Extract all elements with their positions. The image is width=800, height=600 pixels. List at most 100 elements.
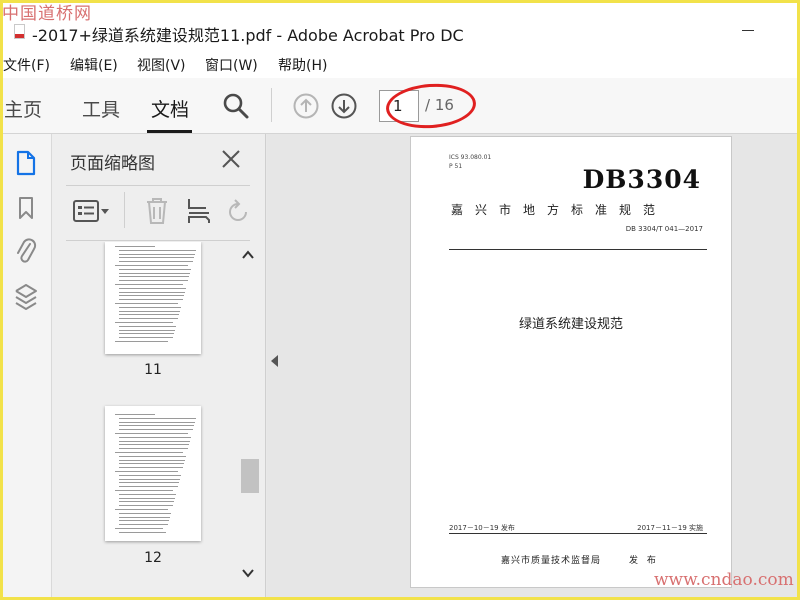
thumbnail-text-line xyxy=(119,299,183,301)
thumbnail-text-line xyxy=(119,448,188,450)
menu-help[interactable]: 帮助(H) xyxy=(278,55,327,75)
thumbnail-text-line xyxy=(119,516,170,518)
thumbnail-text-line xyxy=(119,520,169,522)
thumbnail-text-line xyxy=(119,268,191,270)
next-page-icon[interactable] xyxy=(330,92,358,120)
extract-page-icon[interactable] xyxy=(186,196,212,226)
thumbnail-text-line xyxy=(115,303,178,304)
implementation-date: 2017－11－19 实施 xyxy=(637,524,703,532)
panel-divider xyxy=(66,185,250,186)
thumbnail-text-line xyxy=(119,501,174,503)
title-bar: 中国道桥网 -2017+绿道系统建设规范11.pdf - Adobe Acrob… xyxy=(0,0,800,48)
annotation-circle xyxy=(384,80,478,132)
page-rule xyxy=(449,249,707,250)
ics-code: ICS 93.080.01 P 51 xyxy=(449,154,492,170)
issue-date: 2017－10－19 发布 xyxy=(449,524,515,532)
watermark-top-left: 中国道桥网 xyxy=(2,4,92,24)
thumbnail-text-line xyxy=(119,337,173,339)
thumbnail-text-line xyxy=(119,486,178,488)
thumbnail-text-line xyxy=(119,314,179,316)
navigation-rail xyxy=(0,134,52,600)
thumbnail-text-line xyxy=(115,528,163,529)
bookmarks-icon[interactable] xyxy=(17,196,35,220)
toolbar-divider xyxy=(271,88,272,122)
thumbnail-scrollbar[interactable] xyxy=(238,242,259,592)
thumbnail-text-line xyxy=(119,287,186,289)
menu-edit[interactable]: 编辑(E) xyxy=(70,55,118,75)
thumbnail-list: 11 12 xyxy=(52,242,238,600)
thumbnail-text-line xyxy=(119,261,193,263)
thumbnail-text-line xyxy=(119,444,189,446)
thumbnail-text-line xyxy=(119,318,178,320)
thumbnail-text-line xyxy=(119,512,171,514)
thumbnail-text-line xyxy=(115,414,155,415)
thumbnail-text-line xyxy=(119,436,191,438)
active-tab-indicator xyxy=(147,130,192,133)
close-icon[interactable] xyxy=(220,148,242,170)
thumbnail-text-line xyxy=(119,505,173,507)
thumbnail-text-line xyxy=(119,325,176,327)
thumbnail-text-line xyxy=(119,440,190,442)
delete-page-icon[interactable] xyxy=(144,196,170,226)
thumbnail-text-line xyxy=(115,509,168,510)
thumbnails-panel: 页面缩略图 11 12 xyxy=(52,134,266,600)
minimize-button[interactable] xyxy=(742,30,754,31)
thumbnail-text-line xyxy=(119,257,194,259)
menu-file[interactable]: 文件(F) xyxy=(3,55,50,75)
thumbnail-text-line xyxy=(119,474,181,476)
thumbnail-text-line xyxy=(115,284,183,285)
layers-icon[interactable] xyxy=(13,282,39,312)
thumbnail-text-line xyxy=(119,295,184,297)
attachments-icon[interactable] xyxy=(15,236,37,266)
main-toolbar: 主页 工具 文档 1 / 16 xyxy=(0,78,800,134)
standard-code: DB3304 xyxy=(582,165,701,194)
page-options-icon[interactable] xyxy=(72,198,112,224)
thumbnail-text-line xyxy=(115,246,155,247)
thumbnail-text-line xyxy=(119,272,190,274)
thumbnail-text-line xyxy=(119,333,174,335)
thumbnail-text-line xyxy=(119,306,181,308)
scroll-down-icon[interactable] xyxy=(240,566,256,580)
page-thumbnail-12[interactable] xyxy=(105,406,201,541)
thumbnail-text-line xyxy=(119,417,196,419)
standard-number: DB 3304/T 041—2017 xyxy=(625,225,703,233)
thumbnail-text-line xyxy=(119,459,185,461)
pdf-file-icon xyxy=(14,24,25,39)
page-rule xyxy=(449,533,707,534)
search-icon[interactable] xyxy=(222,92,250,120)
window-title: -2017+绿道系统建设规范11.pdf - Adobe Acrobat Pro… xyxy=(32,26,464,45)
thumbnail-text-line xyxy=(119,425,194,427)
document-view: ICS 93.080.01 P 51 DB3304 嘉兴市地方标准规范 DB 3… xyxy=(267,134,800,600)
collapse-panel-icon[interactable] xyxy=(270,354,280,368)
tab-tools[interactable]: 工具 xyxy=(82,95,120,122)
page-thumbnail-11[interactable] xyxy=(105,242,201,354)
thumbnail-text-line xyxy=(119,463,184,465)
thumbnail-text-line xyxy=(119,249,196,251)
thumbnail-text-line xyxy=(119,497,175,499)
menu-bar: 文件(F) 编辑(E) 视图(V) 窗口(W) 帮助(H) xyxy=(0,48,800,78)
thumbnail-text-line xyxy=(119,310,180,312)
thumbnail-page-number: 12 xyxy=(144,550,162,566)
rotate-page-icon[interactable] xyxy=(226,198,252,224)
tab-home[interactable]: 主页 xyxy=(4,95,42,122)
standard-type: 嘉兴市地方标准规范 xyxy=(451,203,668,217)
thumbnail-text-line xyxy=(119,329,175,331)
thumbnail-text-line xyxy=(119,531,166,533)
issuing-authority: 嘉兴市质量技术监督局 xyxy=(501,556,602,566)
scrollbar-thumb[interactable] xyxy=(241,459,259,493)
thumbnail-text-line xyxy=(115,452,183,453)
previous-page-icon[interactable] xyxy=(292,92,320,120)
thumbnail-text-line xyxy=(119,493,176,495)
thumbnail-text-line xyxy=(119,276,189,278)
scroll-up-icon[interactable] xyxy=(240,248,256,262)
thumbnail-text-line xyxy=(115,341,168,342)
document-title: 绿道系统建设规范 xyxy=(518,317,623,332)
thumbnail-page-number: 11 xyxy=(144,362,162,378)
thumbnail-text-line xyxy=(119,478,180,480)
thumbnail-text-line xyxy=(119,524,168,526)
menu-view[interactable]: 视图(V) xyxy=(137,55,186,75)
thumbnail-text-line xyxy=(115,471,178,472)
page-thumbnails-icon[interactable] xyxy=(15,150,37,176)
tab-document[interactable]: 文档 xyxy=(151,95,189,122)
menu-window[interactable]: 窗口(W) xyxy=(205,55,258,75)
